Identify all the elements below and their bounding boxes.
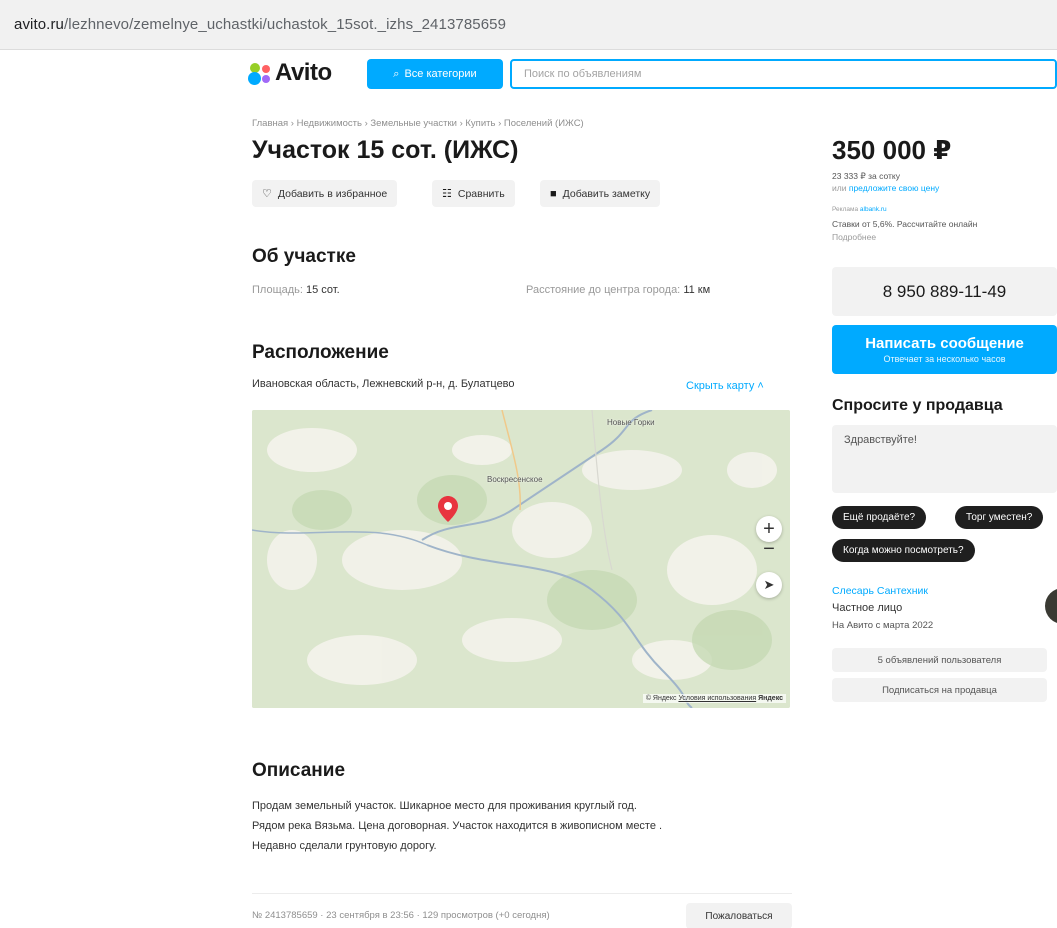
ad-source-link[interactable]: albank.ru	[860, 206, 887, 213]
add-to-favorites-button[interactable]: ♡ Добавить в избранное	[252, 180, 398, 207]
area-param: Площадь: 15 сот.	[252, 284, 340, 296]
url-text[interactable]: avito.ru/lezhnevo/zemelnye_uchastki/ucha…	[14, 16, 506, 33]
map-credit: © Яндекс Условия использования Яндекс	[642, 694, 786, 703]
location-heading: Расположение	[252, 342, 389, 363]
ad-text[interactable]: Ставки от 5,6%. Рассчитайте онлайн	[832, 219, 977, 229]
avito-logo[interactable]: Avito	[248, 58, 332, 88]
search-input[interactable]	[512, 61, 1055, 87]
map-label-mid: Воскресенское	[487, 475, 543, 484]
map-terrain	[252, 410, 790, 708]
heart-icon: ♡	[262, 188, 272, 200]
distance-label: Расстояние до центра города:	[526, 284, 681, 296]
map-credit-prefix: © Яндекс	[645, 695, 677, 702]
area-value: 15 сот.	[306, 284, 340, 296]
quick-question-chip[interactable]: Когда можно посмотреть?	[832, 539, 975, 562]
message-field[interactable]: Здравствуйте!	[832, 425, 1057, 493]
price-per-sotka: 23 333 ₽ за сотку	[832, 171, 900, 181]
add-note-button[interactable]: ■ Добавить заметку	[540, 180, 661, 207]
description-line: Рядом река Вязьма. Цена договорная. Учас…	[252, 820, 663, 832]
ad-label: Реклама	[832, 206, 859, 213]
note-icon: ■	[550, 187, 557, 200]
geolocate-icon[interactable]: ➤	[756, 572, 782, 598]
ad-label-line: Реклама albank.ru	[832, 206, 887, 213]
search-icon: ⌕	[393, 67, 400, 80]
map-terms-link[interactable]: Условия использования	[678, 695, 756, 702]
note-label: Добавить заметку	[562, 187, 651, 200]
show-phone-button[interactable]: 8 950 889-11-49	[832, 267, 1057, 316]
distance-value: 11 км	[683, 284, 711, 296]
quick-question-chip[interactable]: Торг уместен?	[955, 506, 1044, 529]
zoom-out-button[interactable]: −	[756, 536, 782, 562]
seller-name-link[interactable]: Слесарь Сантехник	[832, 585, 928, 597]
ad-more-link[interactable]: Подробнее	[832, 232, 876, 242]
area-label: Площадь:	[252, 284, 303, 296]
ask-seller-heading: Спросите у продавца	[832, 397, 1003, 414]
url-host: avito.ru	[14, 16, 64, 33]
logo-text: Avito	[275, 59, 332, 86]
compare-button[interactable]: ☷ Сравнить	[432, 180, 515, 207]
price: 350 000 ₽	[832, 135, 952, 165]
location-map[interactable]: Новые Горки Воскресенское + − ➤ © Яндекс…	[252, 410, 790, 708]
offer-price-link[interactable]: предложите свою цену	[849, 183, 939, 193]
breadcrumb[interactable]: Главная › Недвижимость › Земельные участ…	[252, 118, 584, 129]
user-ads-button[interactable]: 5 объявлений пользователя	[832, 648, 1047, 672]
all-categories-label: Все категории	[404, 68, 477, 80]
map-credit-brand: Яндекс	[758, 695, 783, 702]
message-value: Здравствуйте!	[844, 434, 917, 446]
logo-dots-icon	[248, 61, 272, 85]
distance-param: Расстояние до центра города: 11 км	[526, 284, 710, 296]
description-text: Продам земельный участок. Шикарное место…	[252, 796, 772, 856]
seller-since: На Авито с марта 2022	[832, 620, 934, 631]
all-categories-button[interactable]: ⌕ Все категории	[367, 59, 503, 89]
page-title: Участок 15 сот. (ИЖС)	[252, 136, 519, 164]
url-path: /lezhnevo/zemelnye_uchastki/uchastok_15s…	[64, 16, 507, 33]
write-message-button[interactable]: Написать сообщение Отвечает за несколько…	[832, 325, 1057, 374]
seller-avatar[interactable]	[1045, 588, 1057, 624]
quick-question-chip[interactable]: Ещё продаёте?	[832, 506, 927, 529]
subscribe-seller-button[interactable]: Подписаться на продавца	[832, 678, 1047, 702]
description-line: Продам земельный участок. Шикарное место…	[252, 800, 637, 812]
search-box[interactable]	[510, 59, 1057, 89]
compare-icon: ☷	[442, 188, 452, 200]
about-heading: Об участке	[252, 246, 356, 267]
write-message-label: Написать сообщение	[865, 335, 1024, 352]
map-label-top: Новые Горки	[607, 418, 655, 427]
compare-label: Сравнить	[457, 187, 505, 200]
address-bar[interactable]: avito.ru/lezhnevo/zemelnye_uchastki/ucha…	[0, 0, 1057, 50]
offer-price-line: или предложите свою цену	[832, 183, 939, 193]
favorites-label: Добавить в избранное	[277, 187, 388, 200]
listing-meta: № 2413785659 · 23 сентября в 23:56 · 129…	[252, 910, 550, 921]
description-heading: Описание	[252, 760, 346, 781]
seller-type: Частное лицо	[832, 602, 903, 614]
description-line: Недавно сделали грунтовую дорогу.	[252, 840, 437, 852]
phone-number: 8 950 889-11-49	[882, 281, 1007, 301]
complain-button[interactable]: Пожаловаться	[686, 903, 792, 928]
response-time: Отвечает за несколько часов	[883, 354, 1006, 364]
divider	[252, 893, 792, 894]
offer-prefix: или	[832, 183, 847, 193]
address-text: Ивановская область, Лежневский р-н, д. Б…	[252, 378, 515, 390]
hide-map-link[interactable]: Скрыть карту ˄	[686, 380, 764, 392]
